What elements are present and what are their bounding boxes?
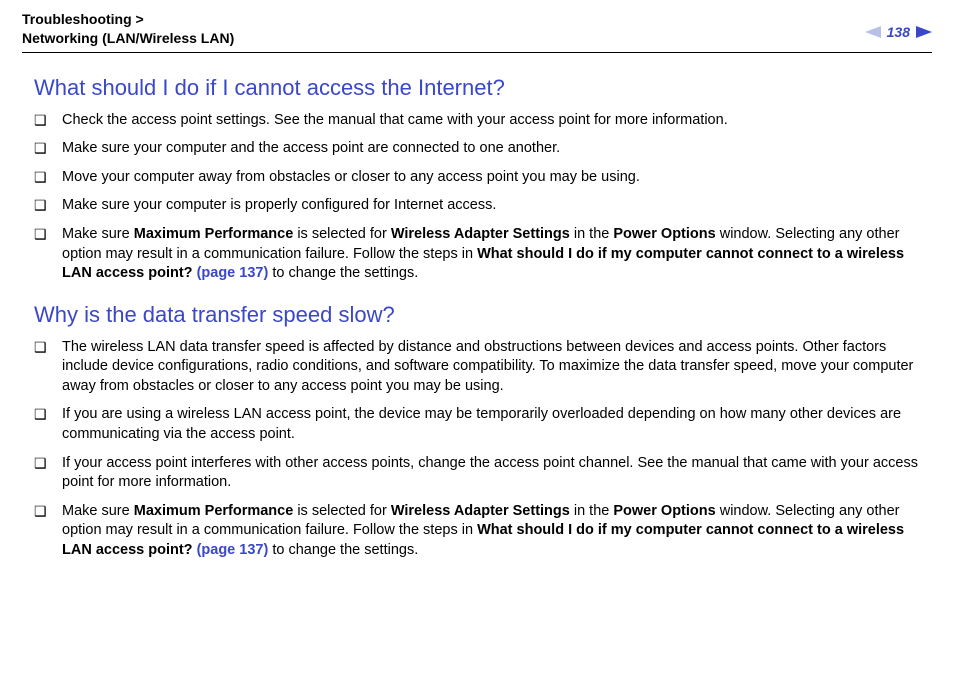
text: is selected for	[293, 226, 391, 242]
text: Make sure	[62, 503, 134, 519]
breadcrumb-line1: Troubleshooting >	[22, 11, 144, 27]
bold-text: Power Options	[613, 503, 715, 519]
list-item: Make sure your computer is properly conf…	[34, 196, 932, 216]
pager: 138	[865, 24, 932, 40]
list-item: Make sure Maximum Performance is selecte…	[34, 502, 932, 561]
page-container: Troubleshooting > Networking (LAN/Wirele…	[0, 0, 954, 674]
text: to change the settings.	[268, 542, 418, 558]
next-page-icon[interactable]	[916, 26, 932, 38]
list-item: If your access point interferes with oth…	[34, 454, 932, 493]
text: is selected for	[293, 503, 391, 519]
list-item: Check the access point settings. See the…	[34, 111, 932, 131]
text: in the	[570, 226, 614, 242]
text: to change the settings.	[268, 265, 418, 281]
text: in the	[570, 503, 614, 519]
section-heading-speed: Why is the data transfer speed slow?	[34, 302, 932, 328]
bold-text: Maximum Performance	[134, 226, 294, 242]
breadcrumb: Troubleshooting > Networking (LAN/Wirele…	[22, 10, 234, 48]
bold-text: Power Options	[613, 226, 715, 242]
page-link[interactable]: (page 137)	[197, 265, 269, 281]
list-item: Make sure Maximum Performance is selecte…	[34, 225, 932, 284]
list-item: If you are using a wireless LAN access p…	[34, 405, 932, 444]
list-speed: The wireless LAN data transfer speed is …	[22, 338, 932, 561]
list-item: Make sure your computer and the access p…	[34, 139, 932, 159]
list-item: The wireless LAN data transfer speed is …	[34, 338, 932, 397]
list-item: Move your computer away from obstacles o…	[34, 168, 932, 188]
bold-text: Wireless Adapter Settings	[391, 226, 570, 242]
page-link[interactable]: (page 137)	[197, 542, 269, 558]
page-header: Troubleshooting > Networking (LAN/Wirele…	[22, 10, 932, 53]
bold-text: Maximum Performance	[134, 503, 294, 519]
list-internet: Check the access point settings. See the…	[22, 111, 932, 284]
section-heading-internet: What should I do if I cannot access the …	[34, 75, 932, 101]
prev-page-icon[interactable]	[865, 26, 881, 38]
bold-text: Wireless Adapter Settings	[391, 503, 570, 519]
page-number: 138	[887, 24, 910, 40]
breadcrumb-line2: Networking (LAN/Wireless LAN)	[22, 30, 234, 46]
text: Make sure	[62, 226, 134, 242]
